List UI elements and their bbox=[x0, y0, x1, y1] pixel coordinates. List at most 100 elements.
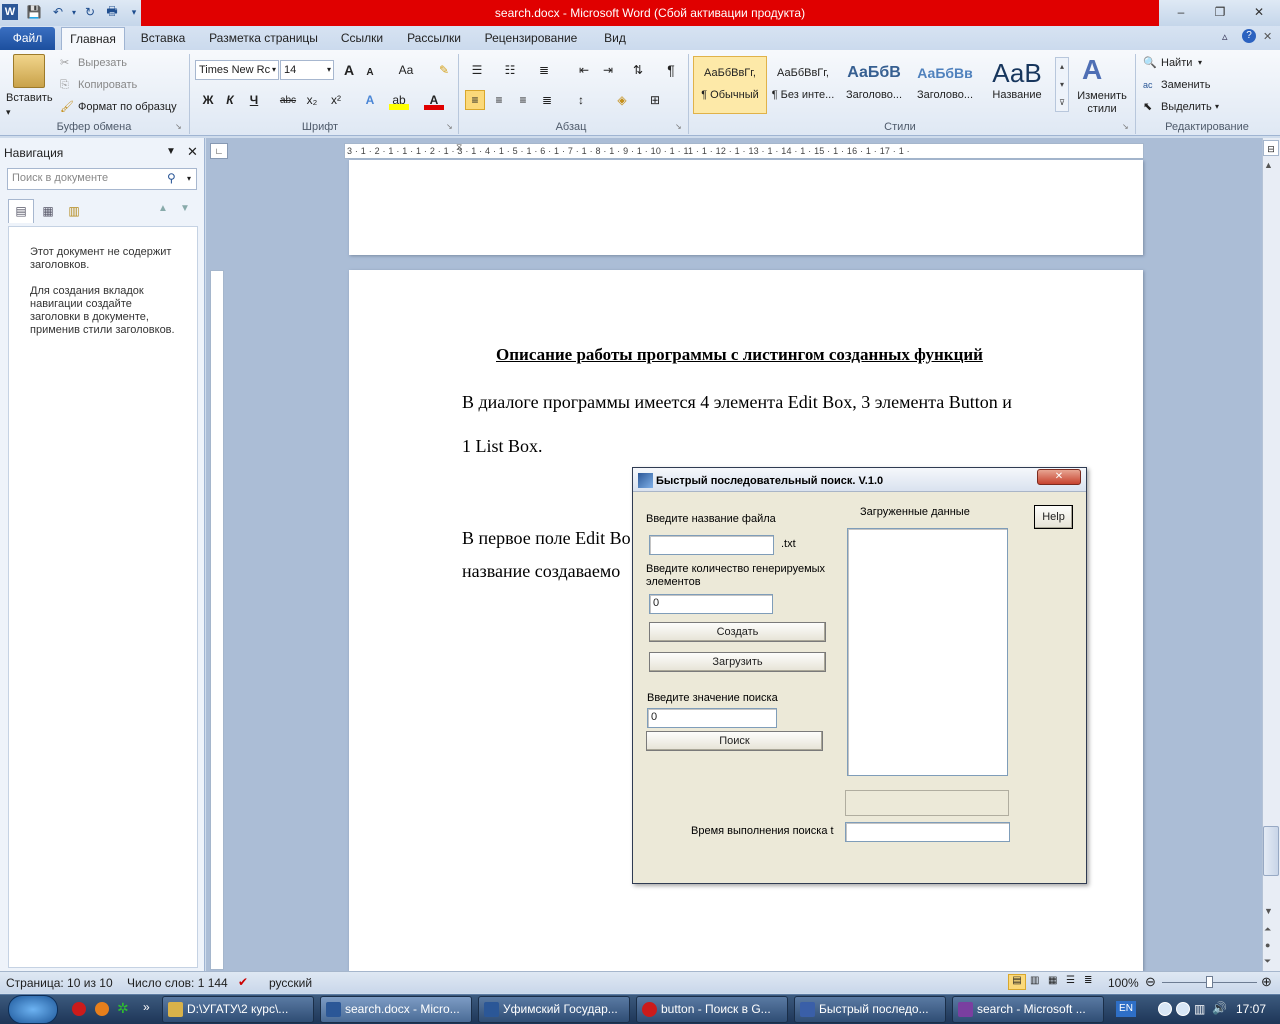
tray-icon[interactable] bbox=[1176, 1002, 1190, 1016]
tray-icon[interactable] bbox=[1158, 1002, 1172, 1016]
increase-indent-icon[interactable]: ⇥ bbox=[598, 60, 618, 80]
undo-dropdown-icon[interactable]: ▾ bbox=[66, 4, 82, 20]
underline-button[interactable]: Ч bbox=[244, 90, 264, 110]
bold-button[interactable]: Ж bbox=[198, 90, 218, 110]
count-input[interactable]: 0 bbox=[649, 594, 773, 614]
save-icon[interactable]: 💾 bbox=[26, 4, 42, 20]
font-launcher-icon[interactable]: ↘ bbox=[446, 122, 453, 131]
justify-icon[interactable]: ≣ bbox=[537, 90, 557, 110]
quicklaunch-expand-icon[interactable]: » bbox=[143, 1000, 150, 1014]
styles-launcher-icon[interactable]: ↘ bbox=[1122, 122, 1129, 131]
volume-icon[interactable]: 🔊 bbox=[1212, 1001, 1227, 1015]
style-title[interactable]: АаВ Название bbox=[982, 57, 1052, 112]
change-styles-button[interactable]: Изменить стили bbox=[1072, 90, 1132, 116]
tab-references[interactable]: Ссылки bbox=[333, 26, 391, 50]
shrink-font-button[interactable]: A bbox=[360, 62, 380, 82]
nav-tab-pages-icon[interactable]: ▦ bbox=[35, 200, 61, 222]
horizontal-ruler[interactable]: 3 · 1 · 2 · 1 · 1 · 1 · 2 · 1 · 3 · 1 · … bbox=[344, 143, 1144, 159]
select-dropdown-icon[interactable]: ▾ bbox=[1215, 99, 1219, 117]
decrease-indent-icon[interactable]: ⇤ bbox=[574, 60, 594, 80]
print-icon[interactable]: 🖶 bbox=[104, 4, 120, 20]
paste-button[interactable]: Вставить bbox=[6, 90, 53, 108]
word-app-icon[interactable]: W bbox=[2, 4, 18, 20]
clipboard-launcher-icon[interactable]: ↘ bbox=[175, 122, 182, 131]
help-icon[interactable]: ? bbox=[1242, 29, 1256, 43]
page-indicator[interactable]: Страница: 10 из 10 bbox=[6, 976, 113, 990]
customize-qat-icon[interactable]: ▾ bbox=[126, 4, 142, 20]
taskbar-item[interactable]: Быстрый последо... bbox=[794, 996, 946, 1023]
align-center-icon[interactable]: ≡ bbox=[489, 90, 509, 110]
utility-icon[interactable]: ✲ bbox=[117, 1000, 129, 1017]
redo-icon[interactable]: ↻ bbox=[82, 4, 98, 20]
tab-mailings[interactable]: Рассылки bbox=[398, 26, 470, 50]
font-name-combo[interactable]: Times New Rc ▾ bbox=[195, 60, 279, 80]
nav-tab-headings-icon[interactable]: ▤ bbox=[8, 199, 34, 223]
browse-object-icon[interactable]: ● bbox=[1265, 940, 1270, 950]
loaded-data-listbox[interactable] bbox=[847, 528, 1008, 776]
select-button[interactable]: Выделить bbox=[1161, 99, 1212, 117]
nav-tab-results-icon[interactable]: ▥ bbox=[61, 200, 87, 222]
previous-page-icon[interactable]: ⏶ bbox=[1264, 924, 1271, 935]
style-normal[interactable]: АаБбВвГг, ¶ Обычный bbox=[695, 57, 765, 112]
style-heading-2[interactable]: АаБбВв Заголово... bbox=[910, 57, 980, 112]
format-painter-button[interactable]: Формат по образцу bbox=[78, 99, 177, 117]
replace-button[interactable]: Заменить bbox=[1161, 77, 1210, 95]
ruler-toggle-icon[interactable]: ⊟ bbox=[1263, 140, 1279, 156]
create-button[interactable]: Создать bbox=[649, 622, 826, 642]
italic-button[interactable]: К bbox=[220, 90, 240, 110]
vertical-ruler[interactable] bbox=[210, 270, 224, 970]
align-left-icon[interactable]: ≡ bbox=[465, 90, 485, 110]
scroll-thumb[interactable] bbox=[1263, 826, 1279, 876]
tab-home[interactable]: Главная bbox=[61, 27, 125, 51]
copy-button[interactable]: Копировать bbox=[78, 77, 137, 95]
font-color-icon[interactable]: A bbox=[424, 90, 444, 110]
paragraph-launcher-icon[interactable]: ↘ bbox=[675, 122, 682, 131]
zoom-level[interactable]: 100% bbox=[1108, 976, 1139, 990]
paste-icon[interactable] bbox=[13, 54, 45, 88]
font-size-combo[interactable]: 14 ▾ bbox=[280, 60, 334, 80]
clear-formatting-icon[interactable]: ✎ bbox=[434, 60, 454, 80]
start-button[interactable] bbox=[8, 995, 58, 1024]
file-name-input[interactable] bbox=[649, 535, 774, 555]
scroll-down-icon[interactable]: ▼ bbox=[1264, 906, 1273, 916]
taskbar-item[interactable]: search - Microsoft ... bbox=[952, 996, 1104, 1023]
word-count[interactable]: Число слов: 1 144 bbox=[127, 976, 228, 990]
text-effects-icon[interactable]: A bbox=[360, 90, 380, 110]
web-layout-icon[interactable]: ▦ bbox=[1048, 975, 1057, 986]
search-value-input[interactable]: 0 bbox=[647, 708, 777, 728]
styles-scroll-icon[interactable]: ▴ ▾ ⊽ bbox=[1055, 57, 1069, 112]
replace-icon[interactable]: ac bbox=[1143, 77, 1153, 95]
shading-icon[interactable]: ◈ bbox=[612, 90, 632, 110]
outline-icon[interactable]: ☰ bbox=[1066, 975, 1075, 986]
network-icon[interactable]: ▥ bbox=[1194, 1002, 1205, 1016]
language-indicator[interactable]: русский bbox=[269, 976, 312, 990]
line-spacing-icon[interactable]: ↕ bbox=[571, 90, 591, 110]
search-dropdown-icon[interactable]: ▾ bbox=[187, 174, 191, 183]
opera-icon[interactable] bbox=[72, 1002, 86, 1016]
bullets-icon[interactable]: ☰ bbox=[467, 60, 487, 80]
tab-review[interactable]: Рецензирование bbox=[476, 26, 586, 50]
taskbar-item[interactable]: D:\УГАТУ\2 курс\... bbox=[162, 996, 314, 1023]
cut-button[interactable]: Вырезать bbox=[78, 55, 127, 73]
superscript-button[interactable]: x² bbox=[326, 90, 346, 110]
multilevel-list-icon[interactable]: ≣ bbox=[534, 60, 554, 80]
subscript-button[interactable]: x₂ bbox=[302, 90, 322, 110]
taskbar-item[interactable]: Уфимский Государ... bbox=[478, 996, 630, 1023]
load-button[interactable]: Загрузить bbox=[649, 652, 826, 672]
help-button[interactable]: Help bbox=[1034, 505, 1073, 529]
strikethrough-button[interactable]: abc bbox=[278, 90, 298, 110]
proofing-icon[interactable]: ✔ bbox=[238, 975, 248, 989]
borders-icon[interactable]: ⊞ bbox=[645, 90, 665, 110]
dialog-close-button[interactable]: ✕ bbox=[1037, 469, 1081, 485]
select-icon[interactable]: ⬉ bbox=[1143, 99, 1152, 117]
search-icon[interactable]: ⚲ bbox=[167, 171, 176, 185]
grow-font-button[interactable]: A bbox=[339, 60, 359, 80]
change-case-button[interactable]: Aa bbox=[393, 60, 419, 80]
align-right-icon[interactable]: ≡ bbox=[513, 90, 533, 110]
find-dropdown-icon[interactable]: ▾ bbox=[1198, 55, 1202, 73]
nav-up-icon[interactable]: ▲ bbox=[158, 203, 168, 214]
tab-view[interactable]: Вид bbox=[594, 26, 636, 50]
scroll-up-icon[interactable]: ▲ bbox=[1264, 160, 1273, 170]
draft-icon[interactable]: ≣ bbox=[1084, 975, 1092, 986]
nav-down-icon[interactable]: ▼ bbox=[180, 203, 190, 214]
